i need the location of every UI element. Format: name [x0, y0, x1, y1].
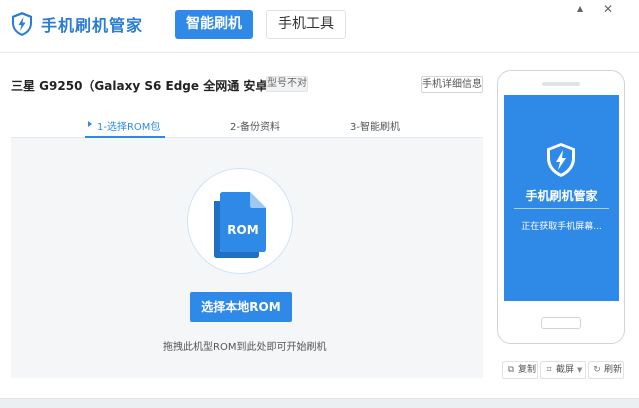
- rom-file-icon: ROM: [214, 192, 266, 258]
- refresh-icon: ↻: [593, 365, 601, 375]
- device-name: 三星 G9250（Galaxy S6 Edge 全网通 安卓6.0）: [11, 79, 301, 93]
- rom-label: ROM: [227, 223, 258, 237]
- step-indicator-icon: [88, 121, 92, 127]
- drop-hint: 拖拽此机型ROM到此处即可开始刷机: [163, 342, 327, 353]
- copy-button[interactable]: ⧉ 复制: [502, 361, 538, 379]
- screenshot-label: 截屏: [556, 365, 575, 375]
- phone-home-button: [541, 317, 581, 329]
- phone-speaker: [542, 82, 580, 86]
- shield-lightning-icon: [12, 12, 32, 36]
- step-select-rom[interactable]: 1-选择ROM包: [97, 118, 160, 133]
- chevron-down-icon[interactable]: ▼: [577, 366, 582, 374]
- copy-label: 复制: [518, 365, 537, 375]
- phone-detail-button[interactable]: 手机详细信息: [421, 76, 483, 93]
- status-bar: [0, 398, 639, 408]
- step-backup[interactable]: 2-备份资料: [230, 118, 280, 133]
- close-button[interactable]: ✕: [603, 2, 613, 16]
- phone-status-text: 正在获取手机屏幕...: [521, 222, 602, 232]
- refresh-label: 刷新: [604, 365, 623, 375]
- app-title: 手机刷机管家: [41, 16, 144, 35]
- shield-lightning-icon: [547, 143, 575, 177]
- step-bar: 1-选择ROM包 2-备份资料 3-智能刷机: [11, 115, 483, 138]
- phone-app-title: 手机刷机管家: [525, 189, 598, 203]
- screenshot-button[interactable]: ⌗ 截屏 ▼: [540, 361, 586, 379]
- tab-phone-tools[interactable]: 手机工具: [266, 10, 346, 39]
- crop-icon: ⌗: [546, 365, 552, 375]
- step-flash[interactable]: 3-智能刷机: [350, 118, 400, 133]
- refresh-button[interactable]: ↻ 刷新: [588, 361, 624, 379]
- minimize-button[interactable]: ▲: [577, 2, 583, 16]
- copy-icon: ⧉: [507, 365, 515, 375]
- select-local-rom-button[interactable]: 选择本地ROM: [190, 292, 292, 322]
- model-mismatch-badge[interactable]: 型号不对: [266, 76, 308, 92]
- tab-smart-flash[interactable]: 智能刷机: [175, 10, 253, 39]
- phone-divider: [514, 208, 609, 209]
